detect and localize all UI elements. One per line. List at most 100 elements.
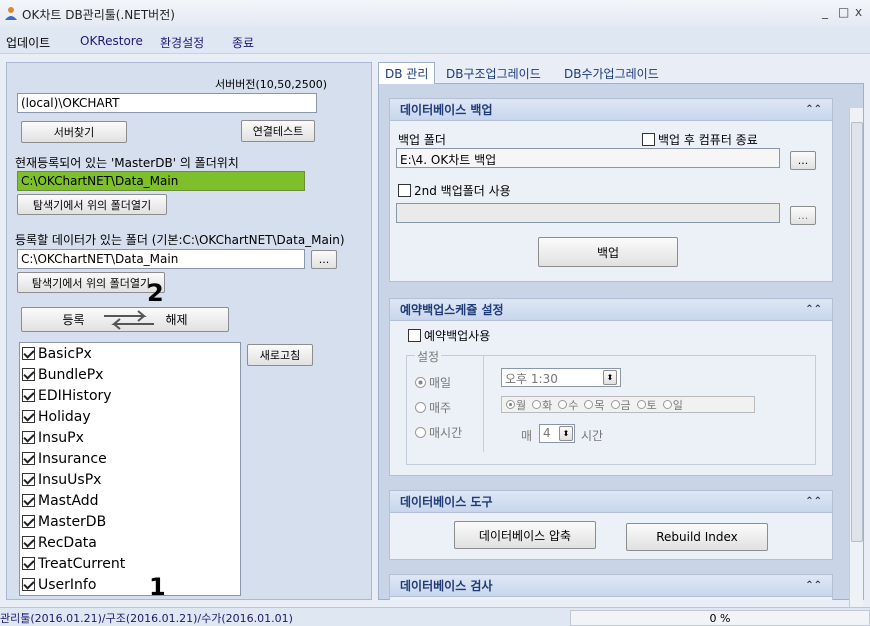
group-divider [483,356,484,452]
refresh-button[interactable]: 새로고침 [247,344,313,366]
checkbox-icon [398,184,411,197]
checkbox-checked-icon[interactable] [22,368,35,381]
database-list-item[interactable]: BasicPx [20,343,240,364]
connection-test-button[interactable]: 연결테스트 [241,120,315,142]
checkbox-checked-icon[interactable] [22,515,35,528]
checkbox-checked-icon[interactable] [22,536,35,549]
checkbox-checked-icon[interactable] [22,557,35,570]
weekday-option[interactable]: 화 [532,397,552,413]
menu-settings[interactable]: 환경설정 [160,34,204,51]
find-server-button[interactable]: 서버찾기 [21,121,127,143]
collapse-icon[interactable]: ⌃⌃ [805,496,822,507]
scheduled-backup-checkbox[interactable]: 예약백업사용 [408,327,490,344]
scheduled-backup-label: 예약백업사용 [424,329,491,343]
weekday-option[interactable]: 목 [584,397,605,413]
checkbox-checked-icon[interactable] [22,410,35,423]
radio-icon [532,400,542,409]
backup-folder-input[interactable]: E:\4. OK차트 백업 [396,148,780,168]
weekday-option[interactable]: 월 [506,397,526,413]
checkbox-checked-icon[interactable] [22,431,35,444]
radio-icon [662,400,672,409]
database-list-item[interactable]: TreatCurrent [20,553,240,574]
database-list-item[interactable]: MastAdd [20,490,240,511]
menu-exit[interactable]: 종료 [232,34,254,51]
checkbox-checked-icon[interactable] [22,347,35,360]
backup-button[interactable]: 백업 [538,237,678,267]
radio-icon [415,402,426,413]
schedule-section: 예약백업스케쥴 설정 ⌃⌃ 예약백업사용 설정 매일 매주 매시간 오후 1:30… [389,298,833,476]
backup-header[interactable]: 데이터베이스 백업 ⌃⌃ [390,99,832,121]
tab-db-fee-upgrade[interactable]: DB수가업그레이드 [558,62,665,84]
radio-hourly[interactable]: 매시간 [415,424,462,441]
database-list-item[interactable]: InsuUsPx [20,469,240,490]
database-list-item[interactable]: MasterDB [20,511,240,532]
rebuild-index-button[interactable]: Rebuild Index [626,523,768,551]
backup-section: 데이터베이스 백업 ⌃⌃ 백업 폴더 백업 후 컴퓨터 종료 E:\4. OK차트… [389,98,833,282]
weekday-option[interactable]: 토 [636,397,657,413]
server-input[interactable]: (local)\OKCHART [17,93,317,113]
tab-db-manage[interactable]: DB 관리 [378,62,436,84]
radio-icon [636,400,646,409]
maximize-button[interactable]: □ [838,5,849,19]
database-name: MasterDB [38,513,107,530]
checkbox-checked-icon[interactable] [22,452,35,465]
weekday-label: 수 [568,398,579,412]
schedule-title: 예약백업스케쥴 설정 [400,303,504,317]
database-list-item[interactable]: Holiday [20,406,240,427]
window-title: OK차트 DB관리툴(.NET버전) [22,8,175,22]
radio-icon [610,400,620,409]
collapse-icon[interactable]: ⌃⌃ [805,580,822,591]
collapse-icon[interactable]: ⌃⌃ [805,104,822,115]
second-folder-checkbox[interactable]: 2nd 백업폴더 사용 [398,182,511,199]
database-list[interactable]: BasicPx BundlePx EDIHistory Holiday InsuPx In… [19,342,241,596]
unregister-button[interactable]: 해제 [165,311,187,328]
weekday-selector[interactable]: 월화 수목금토일 [501,396,755,413]
hours-spinner-icon[interactable]: ⬍ [559,426,573,441]
browse-button[interactable]: ... [311,250,337,269]
radio-icon [558,400,568,409]
scrollbar-thumb[interactable] [851,122,863,542]
database-name: UserInfo [38,576,97,593]
tools-header[interactable]: 데이터베이스 도구 ⌃⌃ [390,491,832,513]
database-name: BasicPx [38,345,92,362]
register-button[interactable]: 등록 [62,311,84,328]
time-spinner-icon[interactable]: ⬍ [603,370,617,385]
schedule-header[interactable]: 예약백업스케쥴 설정 ⌃⌃ [390,299,832,321]
radio-weekly[interactable]: 매주 [415,399,451,416]
radio-icon [506,400,515,409]
database-name: InsuUsPx [38,471,102,488]
weekday-option[interactable]: 수 [558,397,578,413]
open-explorer-button-1[interactable]: 탐색기에서 위의 폴더열기 [17,194,167,215]
checkbox-checked-icon[interactable] [22,473,35,486]
status-bar: 관리툴(2016.01.21)/구조(2016.01.21)/수가(2016.0… [0,607,870,626]
database-list-item[interactable]: UserInfo [20,574,240,595]
shutdown-checkbox[interactable]: 백업 후 컴퓨터 종료 [642,131,758,148]
check-header[interactable]: 데이터베이스 검사 ⌃⌃ [390,575,832,597]
minimize-button[interactable]: _ [822,5,828,19]
weekday-option[interactable]: 일 [662,397,683,413]
radio-daily[interactable]: 매일 [415,374,451,391]
collapse-icon[interactable]: ⌃⌃ [805,304,822,315]
data-folder-input[interactable]: C:\OKChartNET\Data_Main [17,249,305,269]
tab-db-structure-upgrade[interactable]: DB구조업그레이드 [440,62,547,84]
database-list-item[interactable]: BundlePx [20,364,240,385]
backup-browse-button[interactable]: ... [790,151,816,170]
menu-okrestore[interactable]: OKRestore [80,34,143,48]
weekday-option[interactable]: 금 [610,397,631,413]
vertical-scrollbar[interactable] [849,108,863,618]
database-list-item[interactable]: EDIHistory [20,385,240,406]
menu-update[interactable]: 업데이트 [6,34,50,51]
data-folder-label: 등록할 데이터가 있는 폴더 (기본:C:\OKChartNET\Data_Ma… [15,233,345,247]
database-name: MastAdd [38,492,99,509]
open-explorer-button-2[interactable]: 탐색기에서 위의 폴더열기 [17,272,165,293]
compress-button[interactable]: 데이터베이스 압축 [454,521,596,549]
checkbox-checked-icon[interactable] [22,389,35,402]
second-folder-input[interactable] [396,203,780,223]
database-list-item[interactable]: InsuPx [20,427,240,448]
database-list-item[interactable]: Insurance [20,448,240,469]
checkbox-checked-icon[interactable] [22,494,35,507]
database-list-item[interactable]: RecData [20,532,240,553]
close-button[interactable]: x [855,5,862,19]
second-browse-button[interactable]: ... [790,206,816,225]
checkbox-checked-icon[interactable] [22,578,35,591]
